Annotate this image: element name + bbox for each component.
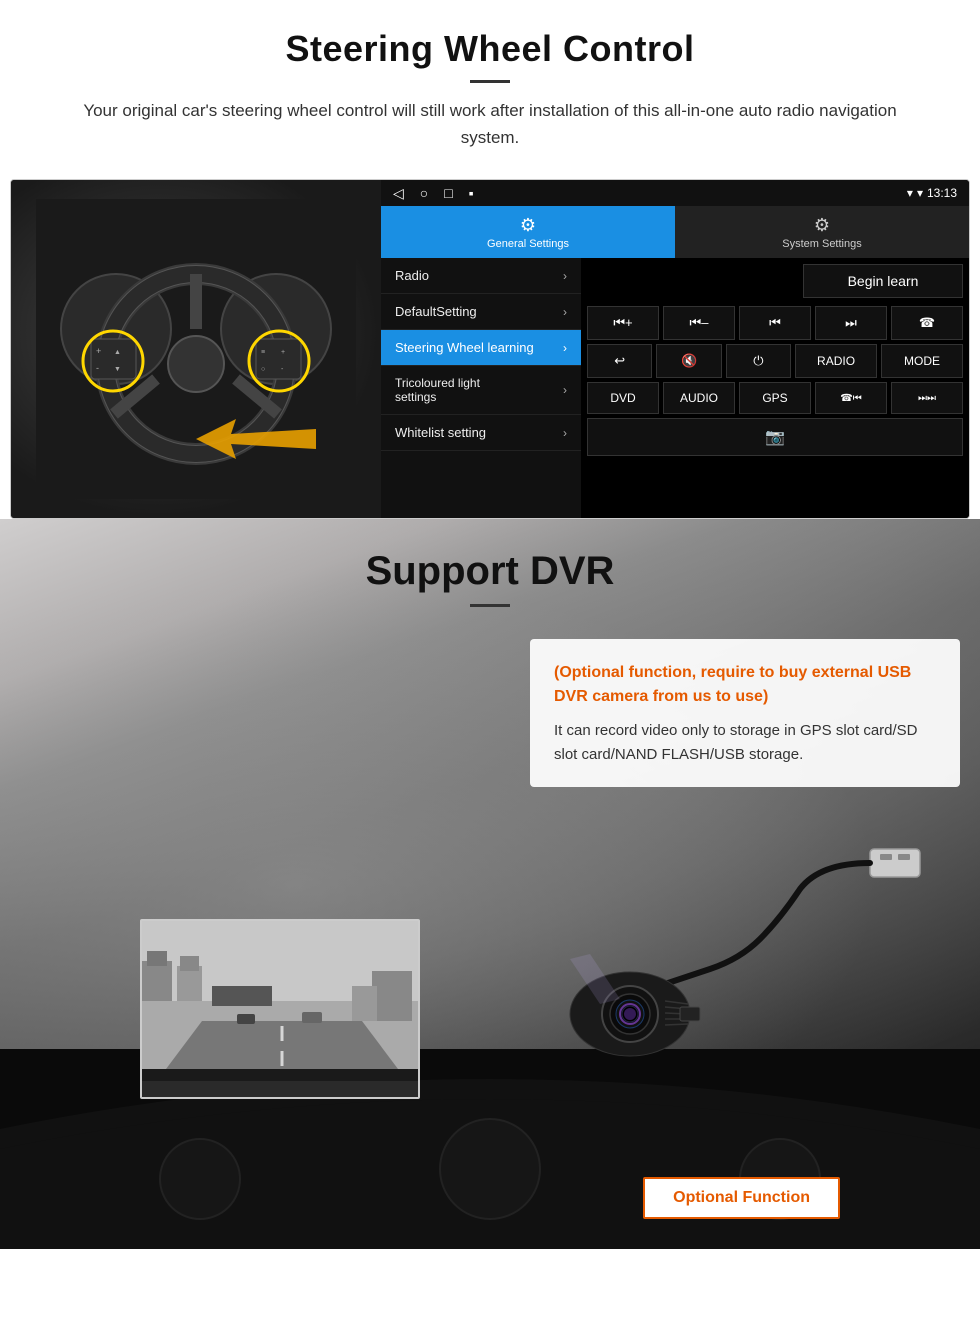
svg-text:-: - — [96, 363, 99, 373]
ctrl-next[interactable]: ⏭ — [815, 306, 887, 340]
chevron-icon: › — [563, 341, 567, 355]
tab-system-label: System Settings — [782, 238, 861, 250]
svg-text:○: ○ — [261, 366, 265, 373]
ctrl-tel-next[interactable]: ⏭⏭ — [891, 382, 963, 414]
ctrl-audio[interactable]: AUDIO — [663, 382, 735, 414]
steering-wheel-svg: 0 40 80 1 2 3 + - ▲ — [36, 199, 356, 499]
nav-recent-icon[interactable]: □ — [444, 185, 452, 201]
dvr-info-card: (Optional function, require to buy exter… — [530, 639, 960, 787]
chevron-icon: › — [563, 305, 567, 319]
ctrl-tel-prev[interactable]: ☎⏮ — [815, 382, 887, 414]
ctrl-hangup[interactable]: ↩ — [587, 344, 652, 378]
steering-header: Steering Wheel Control Your original car… — [0, 0, 980, 161]
ctrl-row-3: DVD AUDIO GPS ☎⏮ ⏭⏭ — [587, 382, 963, 414]
steering-demo-container: 0 40 80 1 2 3 + - ▲ — [10, 179, 970, 519]
ctrl-gps[interactable]: GPS — [739, 382, 811, 414]
menu-default-label: DefaultSetting — [395, 304, 477, 319]
tab-general-label: General Settings — [487, 238, 569, 250]
optional-function-button[interactable]: Optional Function — [643, 1177, 840, 1219]
ctrl-row-4: 📷 — [587, 418, 963, 456]
ctrl-row-1: ⏮+ ⏮– ⏮ ⏭ ☎ — [587, 306, 963, 340]
title-divider — [470, 80, 510, 83]
ctrl-vol-up[interactable]: ⏮+ — [587, 306, 659, 340]
dvr-preview-inner — [142, 921, 418, 1097]
menu-whitelist-label: Whitelist setting — [395, 425, 486, 440]
signal-icon: ▾ — [907, 186, 913, 200]
ctrl-phone[interactable]: ☎ — [891, 306, 963, 340]
ctrl-row-2: ↩ 🔇 ⏻ RADIO MODE — [587, 344, 963, 378]
svg-text:▲: ▲ — [114, 349, 121, 356]
menu-item-tricoloured[interactable]: Tricoloured lightsettings › — [381, 366, 581, 415]
wifi-icon: ▾ — [917, 186, 923, 200]
menu-steering-label: Steering Wheel learning — [395, 340, 534, 355]
menu-item-radio[interactable]: Radio › — [381, 258, 581, 294]
begin-learn-button[interactable]: Begin learn — [803, 264, 963, 298]
begin-learn-row: Begin learn — [587, 264, 963, 298]
control-grid: Begin learn ⏮+ ⏮– ⏮ ⏭ ☎ ↩ 🔇 ⏻ — [581, 258, 969, 518]
chevron-icon: › — [563, 426, 567, 440]
steering-subtitle: Your original car's steering wheel contr… — [80, 97, 900, 151]
menu-item-whitelist[interactable]: Whitelist setting › — [381, 415, 581, 451]
steering-wheel-image: 0 40 80 1 2 3 + - ▲ — [11, 180, 381, 518]
dvr-camera-svg — [540, 829, 940, 1069]
menu-radio-label: Radio — [395, 268, 429, 283]
general-settings-icon: ⚙ — [520, 215, 536, 236]
svg-text:+: + — [281, 349, 285, 356]
tab-bar: ⚙ General Settings ⚙ System Settings — [381, 206, 969, 258]
menu-item-steering[interactable]: Steering Wheel learning › — [381, 330, 581, 366]
steering-title: Steering Wheel Control — [40, 28, 940, 70]
dvr-divider — [470, 604, 510, 607]
ctrl-prev[interactable]: ⏮ — [739, 306, 811, 340]
ctrl-mode[interactable]: MODE — [881, 344, 963, 378]
dvr-header: Support DVR — [0, 519, 980, 617]
ctrl-camera[interactable]: 📷 — [587, 418, 963, 456]
dvr-desc-text: It can record video only to storage in G… — [554, 719, 936, 767]
chevron-icon: › — [563, 269, 567, 283]
svg-text:▼: ▼ — [114, 366, 121, 373]
dvr-section: Support DVR (Optional function, require … — [0, 519, 980, 1249]
ctrl-radio[interactable]: RADIO — [795, 344, 877, 378]
tab-general-settings[interactable]: ⚙ General Settings — [381, 206, 675, 258]
dvr-title: Support DVR — [40, 549, 940, 594]
ctrl-vol-down[interactable]: ⏮– — [663, 306, 735, 340]
svg-text:+: + — [96, 346, 101, 356]
menu-item-default[interactable]: DefaultSetting › — [381, 294, 581, 330]
menu-list: Radio › DefaultSetting › Steering Wheel … — [381, 258, 581, 518]
nav-menu-icon[interactable]: ▪ — [469, 185, 474, 201]
ctrl-dvd[interactable]: DVD — [587, 382, 659, 414]
ctrl-power[interactable]: ⏻ — [726, 344, 791, 378]
chevron-icon: › — [563, 383, 567, 397]
steering-section: Steering Wheel Control Your original car… — [0, 0, 980, 519]
ctrl-mute[interactable]: 🔇 — [656, 344, 721, 378]
status-icons: ▾ ▾ 13:13 — [907, 186, 957, 200]
dvr-preview-svg — [142, 921, 420, 1099]
dvr-camera-device — [540, 829, 940, 1069]
nav-home-icon[interactable]: ○ — [420, 185, 428, 201]
nav-back-icon[interactable]: ◁ — [393, 185, 404, 202]
system-settings-icon: ⚙ — [814, 215, 830, 236]
dvr-optional-text: (Optional function, require to buy exter… — [554, 661, 936, 709]
android-ui-panel: ◁ ○ □ ▪ ▾ ▾ 13:13 ⚙ General Settings — [381, 180, 969, 518]
dvr-preview-screen — [140, 919, 420, 1099]
menu-area: Radio › DefaultSetting › Steering Wheel … — [381, 258, 969, 518]
time-display: 13:13 — [927, 186, 957, 200]
svg-text:≡: ≡ — [261, 349, 265, 356]
menu-tricoloured-label: Tricoloured lightsettings — [395, 376, 480, 404]
nav-icons: ◁ ○ □ ▪ — [393, 185, 474, 202]
tab-system-settings[interactable]: ⚙ System Settings — [675, 206, 969, 258]
status-bar: ◁ ○ □ ▪ ▾ ▾ 13:13 — [381, 180, 969, 206]
